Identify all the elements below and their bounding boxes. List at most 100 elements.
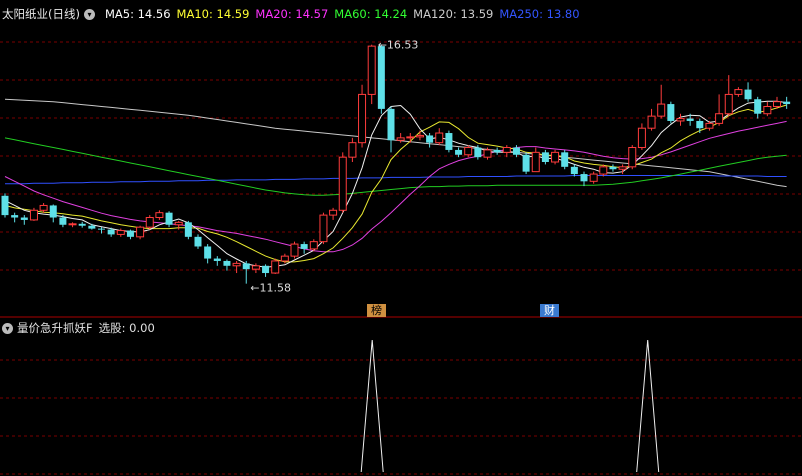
candle-body — [280, 255, 289, 262]
candle-body — [329, 209, 338, 216]
ma10-line — [4, 104, 787, 263]
ma-legend-item: MA60: 14.24 — [334, 7, 408, 21]
candlestick-chart-panel[interactable]: ←16.53 ←11.58 太阳纸业(日线) ▾ MA5: 14.56 MA10: … — [0, 0, 802, 318]
candle-body — [20, 217, 28, 220]
candle-body — [59, 217, 67, 225]
candle-body — [763, 105, 772, 115]
candle-body — [522, 154, 530, 172]
indicator-title: 量价急升抓妖F — [17, 321, 93, 335]
candle-body — [724, 93, 733, 115]
candle-body — [455, 149, 463, 155]
ma5-line — [4, 100, 787, 268]
candle-body — [300, 244, 308, 249]
candle-body — [107, 229, 115, 235]
tag-bang[interactable]: 榜 — [367, 304, 386, 317]
candle-body — [696, 120, 704, 129]
candle-body — [1, 195, 9, 216]
candle-body — [415, 134, 424, 138]
candle-body — [184, 222, 192, 237]
candle-body — [531, 151, 540, 173]
tag-cai[interactable]: 财 — [540, 304, 559, 317]
candle-body — [754, 99, 762, 114]
candle-body — [647, 115, 656, 129]
candle-body — [464, 147, 473, 156]
candle-body — [145, 217, 154, 228]
candle-body — [570, 166, 578, 175]
candle-body — [637, 127, 646, 149]
candle-body — [551, 151, 560, 163]
candle-body — [744, 89, 752, 100]
candle-body — [773, 101, 781, 107]
candle-body — [783, 101, 791, 105]
candle-body — [174, 221, 183, 226]
candle-body — [618, 166, 627, 170]
candle-body — [136, 226, 145, 238]
candle-body — [609, 166, 617, 170]
candle-body — [502, 147, 511, 153]
candle-body — [98, 228, 105, 230]
candle-body — [367, 45, 376, 95]
candle-body — [715, 113, 724, 124]
candle-body — [445, 133, 453, 150]
candle-body — [126, 230, 134, 237]
candle-body — [242, 263, 250, 270]
price-chart-svg[interactable]: ←16.53 ←11.58 — [0, 0, 802, 318]
candle-body — [39, 204, 48, 211]
candle-body — [29, 209, 38, 221]
ma-values: MA5: 14.56 MA10: 14.59 MA20: 14.57 MA60: 14… — [99, 7, 580, 21]
candle-body — [309, 241, 318, 250]
candle-body — [358, 93, 367, 144]
candle-body — [561, 152, 569, 167]
chevron-down-icon[interactable]: ▾ — [2, 322, 13, 334]
candle-body — [290, 243, 299, 257]
indicator-value: 选股: 0.00 — [98, 321, 155, 335]
candle-body — [271, 260, 280, 274]
candle-body — [705, 122, 714, 129]
candle-body — [204, 246, 212, 259]
candle-body — [676, 118, 685, 122]
candle-body — [426, 135, 434, 143]
high-price-label: ←16.53 — [378, 39, 419, 52]
low-price-label: ←11.58 — [250, 282, 291, 295]
candle-body — [589, 173, 598, 182]
ma-legend-item: MA20: 14.57 — [255, 7, 329, 21]
candle-body — [599, 166, 608, 175]
candle-body — [628, 147, 637, 168]
candle-body — [406, 136, 415, 139]
candle-body — [338, 156, 347, 211]
candle-body — [387, 108, 395, 141]
candle-body — [667, 104, 675, 121]
candle-body — [734, 89, 743, 95]
candle-body — [49, 205, 57, 218]
candle-body — [319, 214, 328, 243]
indicator-chart-svg[interactable] — [0, 318, 802, 476]
candle-body — [377, 46, 385, 109]
candle-body — [435, 132, 444, 144]
candle-body — [541, 152, 549, 162]
ma60-line — [4, 137, 787, 196]
ma-legend-item: MA5: 14.56 — [104, 7, 171, 21]
candle-body — [88, 225, 96, 229]
candle-body — [11, 215, 19, 218]
chevron-down-icon[interactable]: ▾ — [83, 8, 95, 20]
candle-body — [580, 174, 588, 182]
candle-body — [686, 118, 694, 121]
indicator-panel[interactable]: ▾ 量价急升抓妖F 选股: 0.00 — [0, 318, 802, 476]
candle-body — [232, 262, 241, 267]
ma-legend-item: MA120: 13.59 — [413, 7, 494, 21]
ma-legend-item: MA10: 14.59 — [176, 7, 250, 21]
ma-legend: 太阳纸业(日线) ▾ MA5: 14.56 MA10: 14.59 MA20: 14… — [2, 6, 580, 22]
candle-body — [262, 265, 270, 274]
stock-title[interactable]: 太阳纸业(日线) — [2, 6, 80, 22]
ma-legend-item: MA250: 13.80 — [499, 7, 580, 21]
candle-body — [223, 260, 231, 266]
candle-body — [213, 258, 221, 261]
candle-body — [165, 212, 173, 225]
candle-body — [493, 149, 501, 153]
candle-body — [155, 212, 164, 219]
candle-body — [68, 223, 77, 226]
indicator-legend: ▾ 量价急升抓妖F 选股: 0.00 — [2, 320, 155, 336]
candle-body — [251, 265, 260, 270]
candle-body — [512, 147, 520, 155]
candle-body — [116, 230, 125, 235]
